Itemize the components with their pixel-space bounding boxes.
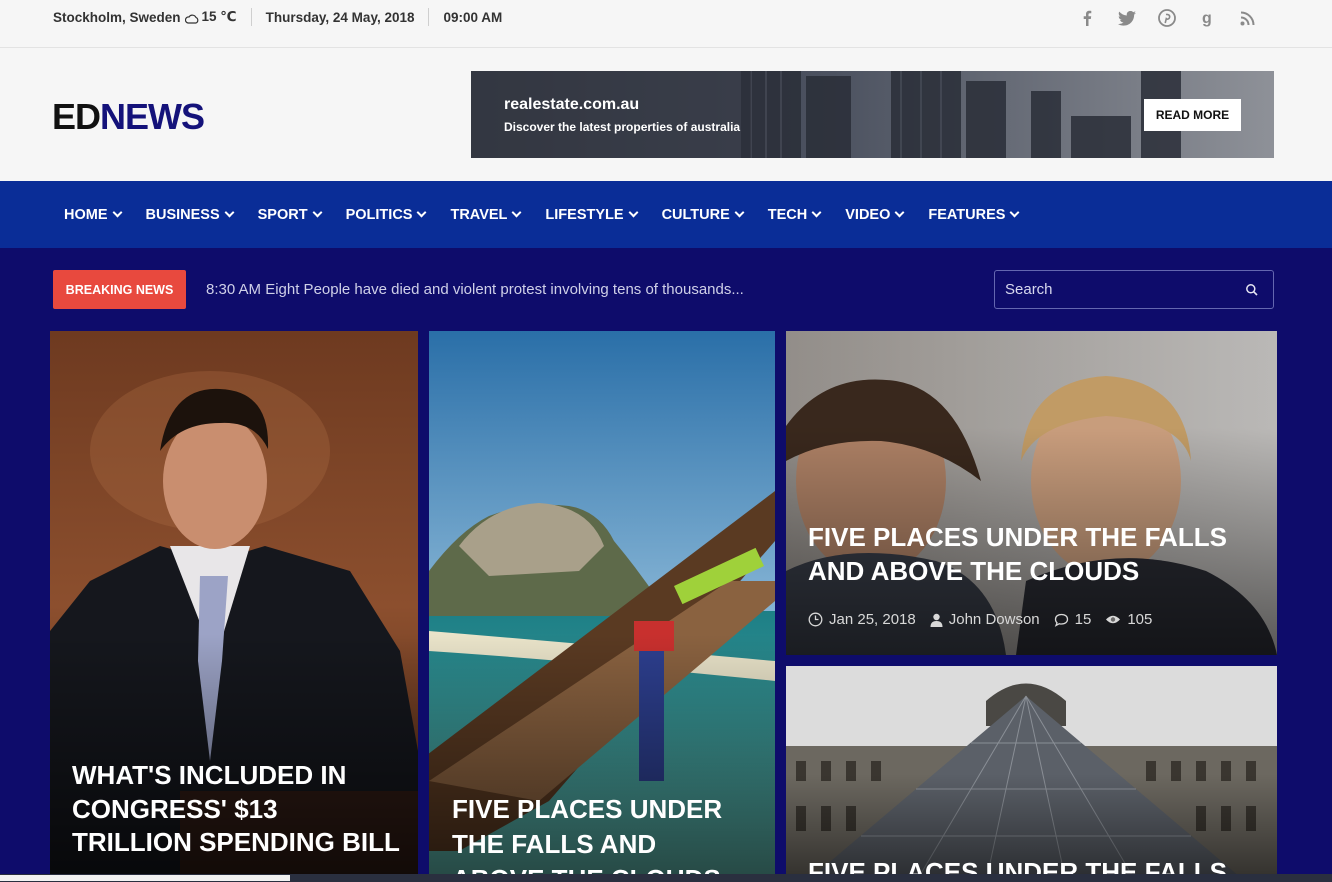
temperature-text: 15 ℃ <box>201 9 237 24</box>
women-image <box>786 331 1277 655</box>
nav-item-travel[interactable]: TRAVEL <box>450 206 522 223</box>
nav-label: TECH <box>767 206 808 223</box>
nav-label: BUSINESS <box>145 206 220 223</box>
date-text: Jan 25, 2018 <box>829 611 916 628</box>
nav-item-business[interactable]: BUSINESS <box>145 206 235 223</box>
card-author[interactable]: John Dowson <box>930 611 1040 628</box>
social-links: g <box>1078 8 1256 28</box>
author-text: John Dowson <box>948 611 1040 628</box>
nav-item-culture[interactable]: CULTURE <box>661 206 745 223</box>
divider <box>428 8 430 26</box>
nav-label: VIDEO <box>845 206 891 223</box>
eye-icon <box>1106 615 1121 624</box>
site-logo[interactable]: EDNEWS <box>52 96 205 138</box>
facebook-icon[interactable] <box>1078 8 1096 28</box>
rss-icon[interactable] <box>1238 8 1256 28</box>
breaking-news-ticker[interactable]: 8:30 AM Eight People have died and viole… <box>206 281 744 298</box>
news-card[interactable]: FIVE PLACES UNDER THE FALLS AND ABOVE TH… <box>786 331 1277 655</box>
twitter-icon[interactable] <box>1118 8 1136 28</box>
chevron-down-icon <box>511 207 522 218</box>
clock-icon <box>808 612 823 627</box>
scrollbar-thumb[interactable] <box>0 875 290 881</box>
views-count: 105 <box>1127 611 1153 628</box>
chevron-down-icon <box>112 207 122 218</box>
chevron-down-icon <box>734 207 745 218</box>
chevron-down-icon <box>312 207 323 218</box>
horizontal-scrollbar[interactable] <box>0 874 1332 882</box>
nav-label: TRAVEL <box>450 206 508 223</box>
read-more-button[interactable]: READ MORE <box>1144 99 1241 131</box>
card-title[interactable]: FIVE PLACES UNDER THE FALLS AND ABOVE TH… <box>808 521 1268 589</box>
site-header: EDNEWS realestate.com.au Discover the la… <box>0 48 1332 181</box>
divider <box>250 8 252 26</box>
nav-item-politics[interactable]: POLITICS <box>345 206 427 223</box>
news-card[interactable]: WHAT'S INCLUDED IN CONGRESS' $13 TRILLIO… <box>50 331 418 882</box>
nav-label: FEATURES <box>928 206 1006 223</box>
top-meta: Stockholm, Sweden 15 ℃ Thursday, 24 May,… <box>53 0 502 34</box>
ad-subtitle: Discover the latest properties of austra… <box>504 120 741 134</box>
card-title[interactable]: WHAT'S INCLUDED IN CONGRESS' $13 TRILLIO… <box>72 759 402 860</box>
chevron-down-icon <box>628 207 639 218</box>
news-card[interactable]: FIVE PLACES UNDER THE FALLS AND ABOVE TH… <box>429 331 775 882</box>
nav-label: LIFESTYLE <box>545 206 624 223</box>
comments-count: 15 <box>1074 611 1092 628</box>
location-text: Stockholm, Sweden <box>53 9 181 25</box>
date-text: Thursday, 24 May, 2018 <box>265 9 415 25</box>
card-views: 105 <box>1105 611 1152 628</box>
chevron-down-icon <box>811 207 822 218</box>
pinterest-icon[interactable] <box>1158 8 1176 28</box>
chevron-down-icon <box>1010 207 1020 218</box>
comment-icon <box>1054 613 1068 627</box>
nav-label: HOME <box>64 206 108 223</box>
card-title[interactable]: FIVE PLACES UNDER THE FALLS AND ABOVE TH… <box>452 792 752 882</box>
card-comments[interactable]: 15 <box>1054 611 1092 628</box>
search-box <box>994 270 1274 309</box>
chevron-down-icon <box>224 207 235 218</box>
louvre-image <box>786 666 1277 882</box>
nav-label: CULTURE <box>661 206 730 223</box>
top-bar: Stockholm, Sweden 15 ℃ Thursday, 24 May,… <box>0 0 1332 48</box>
main-nav: HOME BUSINESS SPORT POLITICS TRAVEL LIFE… <box>0 181 1332 248</box>
nav-label: POLITICS <box>345 206 413 223</box>
news-card[interactable]: FIVE PLACES UNDER THE FALLS AND ABOVE TH… <box>786 666 1277 882</box>
logo-ed: ED <box>52 96 101 137</box>
nav-item-sport[interactable]: SPORT <box>257 206 323 223</box>
svg-text:g: g <box>1202 10 1212 27</box>
cloud-icon <box>184 12 199 24</box>
user-icon <box>930 613 943 627</box>
card-date: Jan 25, 2018 <box>808 611 916 628</box>
chevron-down-icon <box>417 207 427 218</box>
search-input[interactable] <box>995 271 1235 308</box>
chevron-down-icon <box>894 207 905 218</box>
nav-item-tech[interactable]: TECH <box>767 206 822 223</box>
card-meta: Jan 25, 2018 John Dowson 15 105 <box>808 611 1152 628</box>
nav-item-video[interactable]: VIDEO <box>845 206 905 223</box>
search-icon[interactable] <box>1245 283 1259 297</box>
time-text: 09:00 AM <box>443 9 503 25</box>
google-plus-icon[interactable]: g <box>1198 8 1216 28</box>
nav-item-home[interactable]: HOME <box>64 206 122 223</box>
logo-news: NEWS <box>100 96 205 137</box>
ad-banner[interactable]: realestate.com.au Discover the latest pr… <box>471 71 1274 158</box>
nav-item-lifestyle[interactable]: LIFESTYLE <box>545 206 639 223</box>
nav-item-features[interactable]: FEATURES <box>928 206 1020 223</box>
nav-label: SPORT <box>257 206 308 223</box>
ad-title: realestate.com.au <box>504 96 640 113</box>
breaking-news-badge: BREAKING NEWS <box>53 270 186 309</box>
